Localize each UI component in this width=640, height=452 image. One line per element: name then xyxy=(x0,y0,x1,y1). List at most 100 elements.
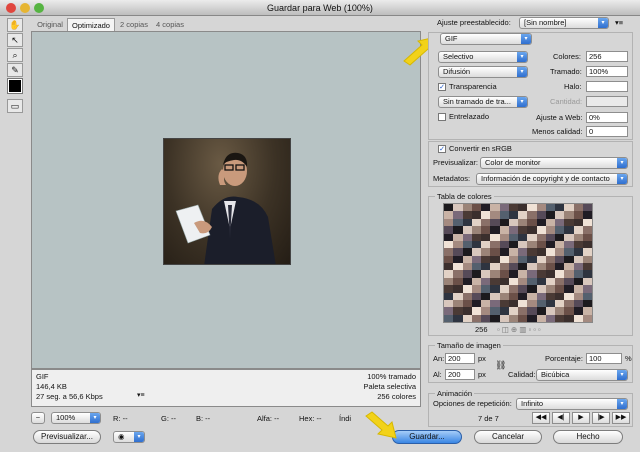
color-swatch[interactable] xyxy=(444,233,454,241)
color-swatch[interactable] xyxy=(545,240,555,249)
color-swatch[interactable] xyxy=(573,307,583,315)
color-swatch[interactable] xyxy=(582,270,592,278)
color-swatch[interactable] xyxy=(462,292,472,300)
color-swatch[interactable] xyxy=(536,211,546,219)
color-swatch[interactable] xyxy=(471,255,481,263)
color-swatch[interactable] xyxy=(471,211,481,219)
color-swatch[interactable] xyxy=(536,299,546,308)
color-swatch[interactable] xyxy=(508,270,518,278)
color-swatch[interactable] xyxy=(518,277,528,286)
color-swatch[interactable] xyxy=(573,233,583,241)
color-swatch[interactable] xyxy=(490,255,500,263)
color-swatch[interactable] xyxy=(518,263,528,271)
color-swatch[interactable] xyxy=(536,263,546,271)
color-swatch[interactable] xyxy=(536,292,546,300)
color-swatch[interactable] xyxy=(564,307,574,315)
color-swatch[interactable] xyxy=(462,270,472,278)
quality-select[interactable]: Bicúbica ▾ xyxy=(536,369,628,381)
color-swatch[interactable] xyxy=(555,233,565,241)
color-swatch[interactable] xyxy=(471,233,481,241)
color-swatch[interactable] xyxy=(555,255,565,263)
color-swatch[interactable] xyxy=(564,248,574,256)
color-swatch[interactable] xyxy=(582,263,592,271)
color-swatch[interactable] xyxy=(508,307,518,315)
color-swatch[interactable] xyxy=(481,263,491,271)
color-swatch[interactable] xyxy=(508,292,518,300)
color-swatch[interactable] xyxy=(518,270,528,278)
color-swatch[interactable] xyxy=(481,255,491,263)
color-swatch[interactable] xyxy=(471,307,481,315)
color-swatch[interactable] xyxy=(481,233,491,241)
format-select[interactable]: GIF ▾ xyxy=(440,33,532,45)
tab-4-up[interactable]: 4 copias xyxy=(153,18,187,31)
color-swatch[interactable] xyxy=(573,263,583,271)
color-swatch[interactable] xyxy=(518,285,528,293)
color-swatch[interactable] xyxy=(564,226,574,234)
color-swatch[interactable] xyxy=(490,270,500,278)
color-swatch[interactable] xyxy=(462,218,472,227)
color-swatch[interactable] xyxy=(471,240,481,249)
color-swatch[interactable] xyxy=(536,240,546,249)
color-swatch[interactable] xyxy=(453,299,463,308)
color-swatch[interactable] xyxy=(499,204,509,212)
hand-tool-icon[interactable]: ✋ xyxy=(7,18,23,32)
color-swatch[interactable] xyxy=(490,285,500,293)
dither-algorithm-select[interactable]: Difusión ▾ xyxy=(438,66,528,78)
color-swatch[interactable] xyxy=(536,314,546,322)
color-swatch[interactable] xyxy=(545,292,555,300)
color-swatch[interactable] xyxy=(462,299,472,308)
color-swatch[interactable] xyxy=(536,226,546,234)
color-swatch[interactable] xyxy=(527,255,537,263)
color-swatch[interactable] xyxy=(444,248,454,256)
color-swatch[interactable] xyxy=(481,226,491,234)
color-swatch[interactable] xyxy=(582,299,592,308)
matte-field[interactable] xyxy=(586,81,628,92)
color-swatch[interactable] xyxy=(545,255,555,263)
color-swatch[interactable] xyxy=(471,277,481,286)
color-swatch[interactable] xyxy=(471,263,481,271)
color-swatch[interactable] xyxy=(444,255,454,263)
color-swatch[interactable] xyxy=(444,270,454,278)
color-swatch[interactable] xyxy=(508,277,518,286)
tab-2-up[interactable]: 2 copias xyxy=(117,18,151,31)
color-swatch[interactable] xyxy=(582,248,592,256)
preview-button[interactable]: Previsualizar... xyxy=(33,430,101,444)
last-frame-button[interactable]: ▶▶ xyxy=(612,412,630,424)
download-speed-menu-icon[interactable]: ▾≡ xyxy=(137,391,145,400)
width-field[interactable]: 200 xyxy=(445,353,475,364)
color-swatch[interactable] xyxy=(573,240,583,249)
color-swatch[interactable] xyxy=(481,292,491,300)
color-swatch[interactable] xyxy=(564,277,574,286)
tab-original[interactable]: Original xyxy=(33,18,67,31)
color-swatch[interactable] xyxy=(582,204,592,212)
colors-field[interactable]: 256 xyxy=(586,51,628,62)
color-swatch[interactable] xyxy=(462,307,472,315)
color-swatch[interactable] xyxy=(508,204,518,212)
color-swatch[interactable] xyxy=(453,277,463,286)
color-swatch[interactable] xyxy=(518,211,528,219)
color-swatch[interactable] xyxy=(582,240,592,249)
color-swatch[interactable] xyxy=(564,263,574,271)
color-swatch[interactable] xyxy=(499,299,509,308)
transparency-checkbox[interactable]: ✓ xyxy=(438,83,446,91)
color-swatch[interactable] xyxy=(471,204,481,212)
color-swatch[interactable] xyxy=(518,204,528,212)
color-swatch[interactable] xyxy=(582,277,592,286)
color-swatch[interactable] xyxy=(573,211,583,219)
color-swatch[interactable] xyxy=(518,233,528,241)
first-frame-button[interactable]: ◀◀ xyxy=(532,412,550,424)
color-swatch[interactable] xyxy=(481,240,491,249)
color-swatch[interactable] xyxy=(471,248,481,256)
web-snap-field[interactable]: 0% xyxy=(586,112,628,123)
color-swatch[interactable] xyxy=(564,299,574,308)
color-swatch[interactable] xyxy=(527,270,537,278)
color-swatch[interactable] xyxy=(453,314,463,322)
color-swatch[interactable] xyxy=(527,233,537,241)
color-swatch[interactable] xyxy=(471,270,481,278)
color-swatch[interactable] xyxy=(527,211,537,219)
color-swatch[interactable] xyxy=(481,307,491,315)
color-swatch[interactable] xyxy=(518,299,528,308)
color-swatch[interactable] xyxy=(573,255,583,263)
color-swatch[interactable] xyxy=(508,211,518,219)
color-swatch[interactable] xyxy=(499,233,509,241)
